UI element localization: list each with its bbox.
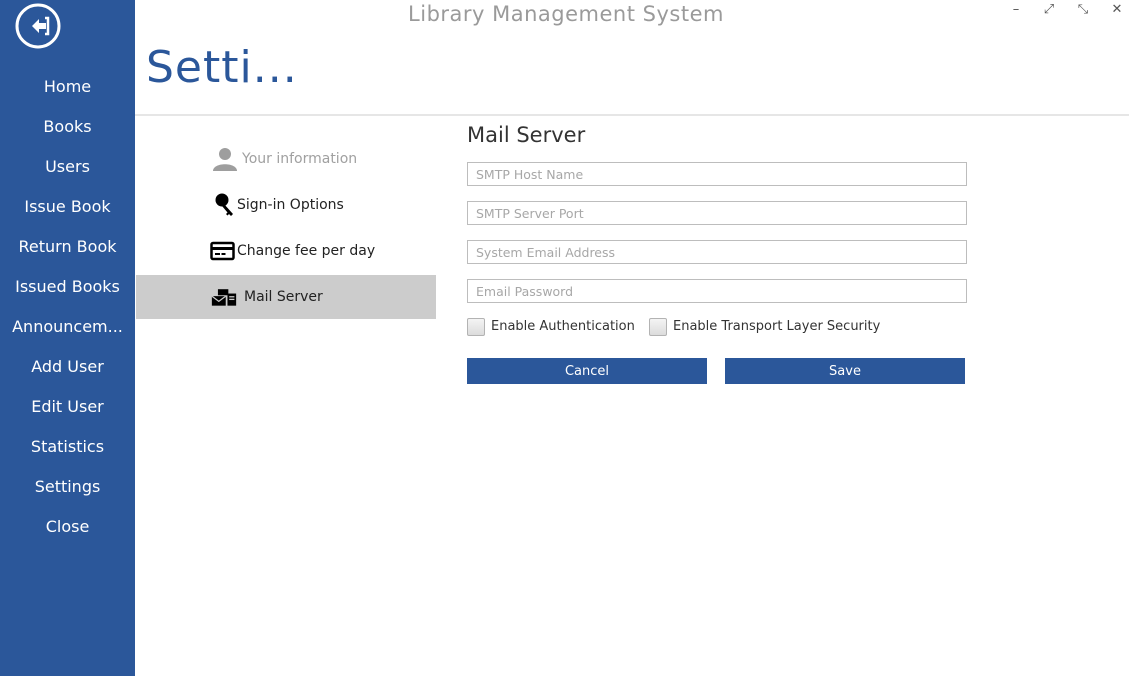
nav-item-announcements[interactable]: Announcem...	[0, 307, 135, 347]
close-window-button[interactable]: ✕	[1107, 2, 1127, 18]
nav-item-books[interactable]: Books	[0, 107, 135, 147]
category-label: Your information	[242, 151, 358, 167]
nav-item-edit-user[interactable]: Edit User	[0, 387, 135, 427]
minimize-button[interactable]: –	[1006, 2, 1026, 18]
section-heading: Mail Server	[467, 123, 586, 147]
category-label: Change fee per day	[237, 243, 376, 259]
category-label: Mail Server	[244, 289, 323, 305]
nav-item-statistics[interactable]: Statistics	[0, 427, 135, 467]
enable-authentication-checkbox[interactable]: Enable Authentication	[467, 318, 642, 338]
category-your-information[interactable]: Your information	[136, 137, 436, 181]
nav-item-add-user[interactable]: Add User	[0, 347, 135, 387]
nav-item-issue-book[interactable]: Issue Book	[0, 187, 135, 227]
checkbox-label: Enable Authentication	[491, 319, 635, 334]
save-button[interactable]: Save	[725, 358, 965, 384]
category-sign-in-options[interactable]: Sign-in Options	[136, 183, 436, 227]
checkbox-box[interactable]	[649, 318, 667, 336]
header-divider	[135, 114, 1129, 116]
smtp-host-input[interactable]	[467, 162, 967, 186]
maximize-button[interactable]: ⤢	[1039, 2, 1059, 18]
nav-item-users[interactable]: Users	[0, 147, 135, 187]
checkbox-label: Enable Transport Layer Security	[673, 319, 881, 334]
key-icon	[215, 193, 233, 216]
nav-item-settings[interactable]: Settings	[0, 467, 135, 507]
nav-item-issued-books[interactable]: Issued Books	[0, 267, 135, 307]
checkbox-box[interactable]	[467, 318, 485, 336]
user-icon	[213, 148, 237, 171]
cancel-button[interactable]: Cancel	[467, 358, 707, 384]
smtp-port-input[interactable]	[467, 201, 967, 225]
restore-button[interactable]: ⤡	[1073, 2, 1093, 18]
nav-item-home[interactable]: Home	[0, 67, 135, 107]
back-arrow-circle-icon	[15, 3, 61, 49]
category-label: Sign-in Options	[237, 197, 344, 213]
nav-item-close[interactable]: Close	[0, 507, 135, 547]
email-password-input[interactable]	[467, 279, 967, 303]
page-title: Setti...	[146, 42, 298, 93]
category-change-fee-per-day[interactable]: Change fee per day	[136, 229, 436, 273]
back-button[interactable]	[15, 3, 61, 49]
category-mail-server[interactable]: Mail Server	[136, 275, 436, 319]
mail-server-icon	[211, 289, 237, 306]
credit-card-icon	[210, 241, 235, 261]
window-title: Library Management System	[408, 2, 724, 26]
enable-tls-checkbox[interactable]: Enable Transport Layer Security	[649, 318, 889, 338]
sidebar: Home Books Users Issue Book Return Book …	[0, 0, 135, 676]
nav-item-return-book[interactable]: Return Book	[0, 227, 135, 267]
system-email-input[interactable]	[467, 240, 967, 264]
